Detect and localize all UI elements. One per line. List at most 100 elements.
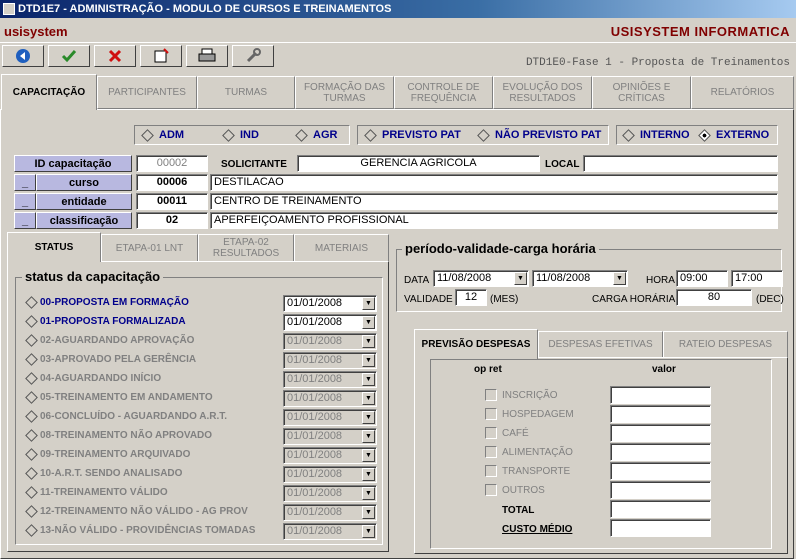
option-agr[interactable]: AGR (295, 128, 337, 142)
date-end-field[interactable]: 11/08/2008 ▼ (532, 270, 628, 287)
tab-turmas[interactable]: TURMAS (197, 76, 295, 109)
status-date-field[interactable]: 01/01/2008 ▼ (283, 314, 377, 331)
tab-relatorios[interactable]: RELATÓRIOS (691, 76, 794, 109)
classificacao-name-field[interactable]: APERFEIÇOAMENTO PROFISSIONAL (210, 212, 778, 229)
back-button[interactable] (2, 45, 44, 67)
dropdown-arrow-icon[interactable]: ▼ (362, 487, 375, 500)
tab-opinioes-criticas[interactable]: OPINIÕES E CRÍTICAS (592, 76, 691, 109)
despesa-value-field[interactable] (610, 443, 711, 461)
status-option[interactable]: 05-TREINAMENTO EM ANDAMENTO (25, 391, 213, 404)
status-option[interactable]: 01-PROPOSTA FORMALIZADA (25, 315, 186, 328)
tab-capacitacao[interactable]: CAPACITAÇÃO (1, 74, 97, 110)
option-previsto-pat[interactable]: PREVISTO PAT (364, 128, 461, 142)
new-record-button[interactable] (140, 45, 182, 67)
dropdown-arrow-icon[interactable]: ▼ (362, 506, 375, 519)
classificacao-code-field[interactable]: 02 (136, 212, 208, 229)
tab-previsao-despesas[interactable]: PREVISÃO DESPESAS (414, 329, 538, 359)
tab-etapa-02[interactable]: ETAPA-02 RESULTADOS (198, 234, 294, 262)
tools-button[interactable] (232, 45, 274, 67)
total-value-field[interactable] (610, 500, 711, 518)
status-option[interactable]: 11-TREINAMENTO VÁLIDO (25, 486, 168, 499)
tab-rateio-despesas[interactable]: RATEIO DESPESAS (663, 331, 788, 358)
dropdown-arrow-icon[interactable]: ▼ (362, 411, 375, 424)
dropdown-arrow-icon[interactable]: ▼ (613, 272, 626, 285)
curso-name-field[interactable]: DESTILACAO (210, 174, 778, 191)
custo-medio-value-field[interactable] (610, 519, 711, 537)
status-date-field[interactable]: 01/01/2008 ▼ (283, 333, 377, 350)
dropdown-arrow-icon[interactable]: ▼ (362, 373, 375, 386)
hora-start-field[interactable]: 09:00 (676, 270, 728, 287)
status-date-field[interactable]: 01/01/2008 ▼ (283, 466, 377, 483)
status-option[interactable]: 12-TREINAMENTO NÃO VÁLIDO - AG PROV (25, 505, 248, 518)
dropdown-arrow-icon[interactable]: ▼ (362, 430, 375, 443)
tab-despesas-efetivas[interactable]: DESPESAS EFETIVAS (538, 331, 663, 358)
tab-evolucao-resultados[interactable]: EVOLUÇÃO DOS RESULTADOS (493, 76, 592, 109)
dropdown-arrow-icon[interactable]: ▼ (362, 468, 375, 481)
despesa-value-field[interactable] (610, 462, 711, 480)
status-date-field[interactable]: 01/01/2008 ▼ (283, 295, 377, 312)
option-nao-previsto-pat[interactable]: NÃO PREVISTO PAT (477, 128, 601, 142)
status-option[interactable]: 04-AGUARDANDO INÍCIO (25, 372, 161, 385)
despesa-value-field[interactable] (610, 481, 711, 499)
validade-field[interactable]: 12 (455, 289, 487, 306)
op-ret-checkbox[interactable] (485, 408, 497, 420)
dropdown-arrow-icon[interactable]: ▼ (362, 316, 375, 329)
local-field[interactable] (583, 155, 778, 172)
option-externo[interactable]: EXTERNO (698, 128, 769, 142)
status-date-field[interactable]: 01/01/2008 ▼ (283, 504, 377, 521)
dropdown-arrow-icon[interactable]: ▼ (514, 272, 527, 285)
curso-code-field[interactable]: 00006 (136, 174, 208, 191)
option-interno[interactable]: INTERNO (622, 128, 690, 142)
hora-end-field[interactable]: 17:00 (731, 270, 783, 287)
entidade-lookup-button[interactable]: _ (14, 193, 36, 210)
dropdown-arrow-icon[interactable]: ▼ (362, 354, 375, 367)
print-button[interactable] (186, 45, 228, 67)
tab-formacao-turmas[interactable]: FORMAÇÃO DAS TURMAS (295, 76, 394, 109)
solicitante-field[interactable]: GERENCIA AGRICOLA (297, 155, 540, 172)
status-option[interactable]: 08-TREINAMENTO NÃO APROVADO (25, 429, 212, 442)
status-option[interactable]: 10-A.R.T. SENDO ANALISADO (25, 467, 182, 480)
status-option[interactable]: 03-APROVADO PELA GERÊNCIA (25, 353, 196, 366)
carga-field[interactable]: 80 (676, 289, 752, 306)
tab-materiais[interactable]: MATERIAIS (294, 234, 389, 262)
status-option[interactable]: 02-AGUARDANDO APROVAÇÃO (25, 334, 194, 347)
classificacao-lookup-button[interactable]: _ (14, 212, 36, 229)
status-option[interactable]: 00-PROPOSTA EM FORMAÇÃO (25, 296, 189, 309)
tab-controle-frequencia[interactable]: CONTROLE DE FREQUÊNCIA (394, 76, 493, 109)
dropdown-arrow-icon[interactable]: ▼ (362, 297, 375, 310)
status-option[interactable]: 13-NÃO VÁLIDO - PROVIDÊNCIAS TOMADAS (25, 524, 255, 537)
dropdown-arrow-icon[interactable]: ▼ (362, 392, 375, 405)
status-date-field[interactable]: 01/01/2008 ▼ (283, 447, 377, 464)
entidade-code-field[interactable]: 00011 (136, 193, 208, 210)
status-option[interactable]: 06-CONCLUÍDO - AGUARDANDO A.R.T. (25, 410, 227, 423)
op-ret-checkbox[interactable] (485, 389, 497, 401)
dropdown-arrow-icon[interactable]: ▼ (362, 449, 375, 462)
status-date-field[interactable]: 01/01/2008 ▼ (283, 485, 377, 502)
status-date-field[interactable]: 01/01/2008 ▼ (283, 428, 377, 445)
tab-participantes[interactable]: PARTICIPANTES (97, 76, 197, 109)
op-ret-checkbox[interactable] (485, 484, 497, 496)
entidade-name-field[interactable]: CENTRO DE TREINAMENTO (210, 193, 778, 210)
op-ret-checkbox[interactable] (485, 465, 497, 477)
status-date-field[interactable]: 01/01/2008 ▼ (283, 523, 377, 540)
cancel-button[interactable] (94, 45, 136, 67)
option-adm[interactable]: ADM (141, 128, 184, 142)
id-capacitacao-field[interactable]: 00002 (136, 155, 208, 172)
option-ind[interactable]: IND (222, 128, 259, 142)
tab-etapa-01[interactable]: ETAPA-01 LNT (101, 234, 198, 262)
curso-lookup-button[interactable]: _ (14, 174, 36, 191)
despesa-value-field[interactable] (610, 405, 711, 423)
status-date-field[interactable]: 01/01/2008 ▼ (283, 390, 377, 407)
date-start-field[interactable]: 11/08/2008 ▼ (433, 270, 529, 287)
tab-status[interactable]: STATUS (7, 232, 101, 262)
confirm-button[interactable] (48, 45, 90, 67)
despesa-value-field[interactable] (610, 386, 711, 404)
status-option[interactable]: 09-TREINAMENTO ARQUIVADO (25, 448, 190, 461)
status-date-field[interactable]: 01/01/2008 ▼ (283, 409, 377, 426)
despesa-value-field[interactable] (610, 424, 711, 442)
op-ret-checkbox[interactable] (485, 446, 497, 458)
status-date-field[interactable]: 01/01/2008 ▼ (283, 352, 377, 369)
dropdown-arrow-icon[interactable]: ▼ (362, 525, 375, 538)
status-date-field[interactable]: 01/01/2008 ▼ (283, 371, 377, 388)
dropdown-arrow-icon[interactable]: ▼ (362, 335, 375, 348)
